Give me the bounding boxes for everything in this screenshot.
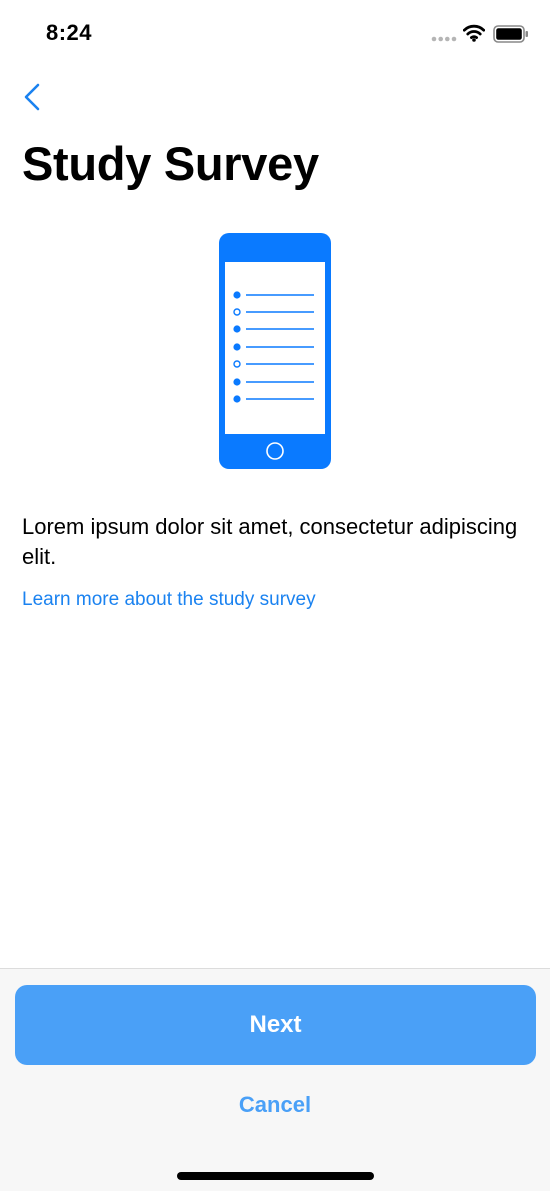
battery-icon: [493, 25, 528, 43]
back-button[interactable]: [18, 80, 52, 114]
screen: 8:24 Study Survey Lorem ipsum dolor sit …: [0, 0, 550, 1191]
phone-survey-icon: [219, 233, 331, 469]
learn-more-link[interactable]: Learn more about the study survey: [22, 589, 316, 611]
signal-dots-icon: [431, 36, 457, 42]
description-text: Lorem ipsum dolor sit amet, consectetur …: [22, 514, 518, 569]
status-bar: 8:24: [0, 0, 550, 70]
cancel-button[interactable]: Cancel: [175, 1087, 375, 1123]
home-indicator: [177, 1172, 374, 1180]
next-button[interactable]: Next: [15, 985, 536, 1065]
status-time: 8:24: [46, 20, 93, 45]
chevron-left-icon: [24, 83, 40, 111]
bottom-panel: Next Cancel: [0, 968, 550, 1191]
page-title: Study Survey: [22, 137, 319, 190]
wifi-icon: [463, 24, 485, 42]
